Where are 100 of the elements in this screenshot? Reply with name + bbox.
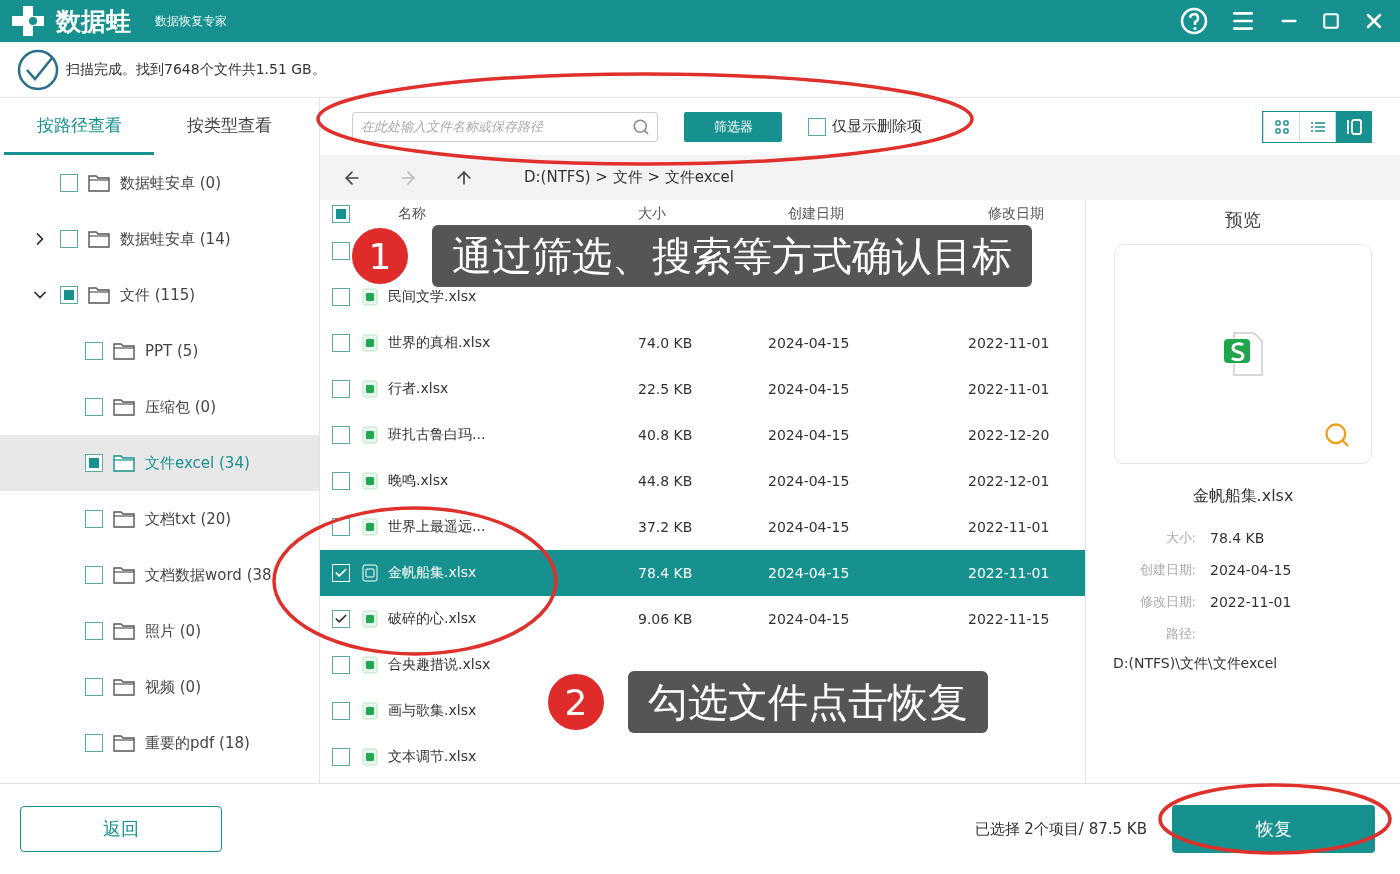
checkbox[interactable] — [85, 734, 103, 752]
detail-label: 大小: — [1164, 529, 1196, 547]
select-all-checkbox[interactable] — [332, 205, 350, 223]
file-name: 民间文学.xlsx — [388, 288, 477, 306]
spreadsheet-icon — [362, 380, 378, 398]
checkbox[interactable] — [332, 748, 350, 766]
search-field[interactable]: 在此处输入文件名称或保存路径 — [352, 111, 658, 142]
preview-pane-icon — [1345, 118, 1362, 135]
checkmark-icon — [334, 566, 348, 580]
modified-date: 2022-11-01 — [968, 381, 1050, 397]
spreadsheet-icon — [362, 748, 378, 766]
file-size: 78.4 KB — [638, 565, 693, 581]
checkbox[interactable] — [332, 472, 350, 490]
view-tab[interactable]: 按类型查看 — [154, 98, 304, 155]
checkbox[interactable] — [85, 622, 103, 640]
checkbox[interactable] — [60, 286, 78, 304]
file-name: 画与歌集.xlsx — [388, 702, 477, 720]
modified-date: 2022-11-01 — [968, 335, 1050, 351]
checkbox[interactable] — [332, 702, 350, 720]
folder-icon — [113, 342, 135, 360]
modified-date: 2022-12-20 — [968, 427, 1050, 443]
callout-text: 通过筛选、搜索等方式确认目标 — [432, 225, 1032, 287]
view-mode-button[interactable] — [1335, 111, 1371, 142]
spreadsheet-icon — [362, 334, 378, 352]
callout-text: 勾选文件点击恢复 — [628, 671, 988, 733]
checkbox[interactable] — [332, 334, 350, 352]
logo-icon — [10, 4, 46, 38]
tree-item-label[interactable]: 数据蛙安卓 (14) — [120, 229, 231, 249]
column-header[interactable]: 创建日期 — [788, 206, 844, 222]
selection-summary: 已选择 2个项目/ 87.5 KB — [974, 819, 1147, 839]
modified-date: 2022-11-01 — [968, 519, 1050, 535]
spreadsheet-file-icon — [1222, 331, 1264, 377]
folder-icon — [113, 622, 135, 640]
help-icon[interactable] — [1180, 7, 1208, 35]
search-icon[interactable] — [632, 117, 650, 136]
back-button[interactable]: 返回 — [20, 806, 222, 852]
tree-item-label[interactable]: 数据蛙安卓 (0) — [120, 173, 221, 193]
folder-icon — [113, 510, 135, 528]
tree-item-label[interactable]: PPT (5) — [145, 342, 199, 360]
step-number-badge: 2 — [546, 672, 606, 732]
checkbox[interactable] — [332, 242, 350, 260]
created-date: 2024-04-15 — [768, 335, 850, 351]
column-header[interactable]: 名称 — [398, 206, 426, 222]
recover-button[interactable]: 恢复 — [1172, 805, 1375, 853]
tree-item-label[interactable]: 压缩包 (0) — [145, 397, 216, 417]
file-name: 行者.xlsx — [388, 380, 449, 398]
checkbox[interactable] — [60, 174, 78, 192]
checkbox[interactable] — [85, 678, 103, 696]
spreadsheet-icon — [362, 472, 378, 490]
app-subtitle: 数据恢复专家 — [155, 12, 227, 30]
tree-item-label[interactable]: 照片 (0) — [145, 621, 201, 641]
list-view-icon — [1310, 120, 1325, 133]
file-size: 9.06 KB — [638, 611, 693, 627]
filter-button[interactable]: 筛选器 — [684, 111, 782, 142]
folder-icon — [88, 286, 110, 304]
checkbox[interactable] — [332, 610, 350, 628]
checkbox[interactable] — [808, 117, 826, 136]
file-size: 22.5 KB — [638, 381, 693, 397]
folder-icon — [113, 678, 135, 696]
file-name: 合央趣措说.xlsx — [388, 656, 491, 674]
spreadsheet-icon — [362, 518, 378, 536]
spreadsheet-icon — [362, 564, 378, 582]
checkbox[interactable] — [332, 656, 350, 674]
checkbox[interactable] — [85, 566, 103, 584]
checkbox-label[interactable]: 仅显示删除项 — [832, 117, 922, 136]
detail-label: 路径: — [1164, 625, 1196, 643]
view-tab[interactable]: 按路径查看 — [4, 98, 154, 155]
created-date: 2024-04-15 — [768, 381, 850, 397]
breadcrumb-path: D:(NTFS) > 文件 > 文件excel — [524, 168, 734, 187]
tree-item-label[interactable]: 文件 (115) — [120, 285, 196, 305]
checkbox[interactable] — [332, 288, 350, 306]
folder-icon — [113, 398, 135, 416]
column-header[interactable]: 大小 — [638, 206, 666, 222]
checkmark-icon — [334, 612, 348, 626]
maximize-icon[interactable] — [1322, 12, 1340, 30]
tree-item-label[interactable]: 视频 (0) — [145, 677, 201, 697]
tree-item-label[interactable]: 文档数据word (38 — [145, 565, 272, 585]
checkbox[interactable] — [60, 230, 78, 248]
checkbox[interactable] — [85, 454, 103, 472]
checkbox[interactable] — [332, 380, 350, 398]
file-size: 40.8 KB — [638, 427, 693, 443]
detail-value: 2022-11-01 — [1210, 594, 1293, 610]
selected-row[interactable]: 金帆船集.xlsx 78.4 KB 2024-04-15 2022-11-01 — [320, 550, 1085, 596]
detail-value: 2024-04-15 — [1210, 562, 1293, 578]
checkbox[interactable] — [85, 342, 103, 360]
tree-item-label[interactable]: 文档txt (20) — [145, 509, 232, 529]
created-date: 2024-04-15 — [768, 473, 850, 489]
checkbox[interactable] — [85, 398, 103, 416]
preview-file-name: 金帆船集.xlsx — [1192, 486, 1294, 507]
checkbox[interactable] — [332, 426, 350, 444]
created-date: 2024-04-15 — [768, 611, 850, 627]
created-date: 2024-04-15 — [768, 565, 850, 581]
checkbox[interactable] — [85, 510, 103, 528]
column-header[interactable]: 修改日期 — [988, 206, 1044, 222]
modified-date: 2022-11-01 — [968, 565, 1050, 581]
check-circle-icon — [16, 47, 60, 92]
zoom-icon[interactable] — [1323, 421, 1351, 449]
scan-status: 扫描完成。找到7648个文件共1.51 GB。 — [66, 60, 326, 79]
tree-item-label[interactable]: 重要的pdf (18) — [145, 733, 250, 753]
file-name: 班扎古鲁白玛... — [388, 426, 486, 444]
